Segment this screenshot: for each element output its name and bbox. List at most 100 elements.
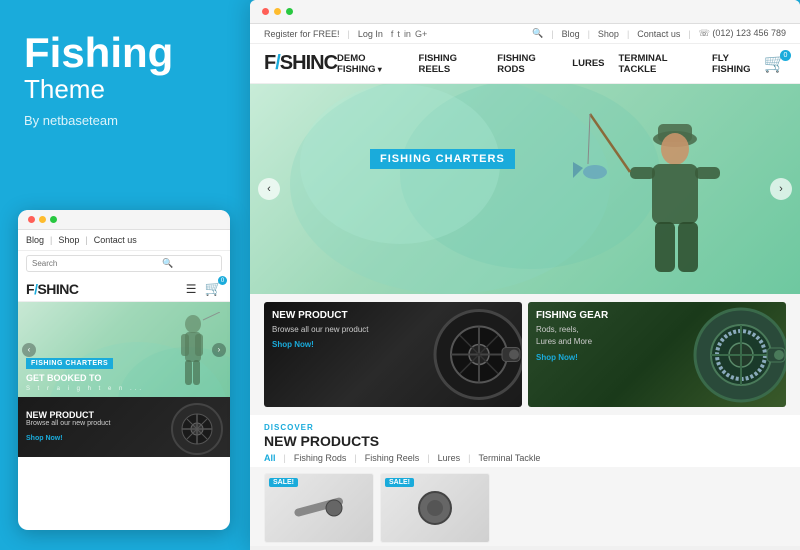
dot-yellow	[39, 216, 46, 223]
product-banners: NEW PRODUCT Browse all our new product S…	[250, 294, 800, 415]
nav-fishing-rods[interactable]: FISHING RODS	[497, 53, 558, 75]
new-product-banner-text: NEW PRODUCT Browse all our new product S…	[272, 310, 369, 349]
product-sale-badge-1: SALE!	[269, 478, 298, 487]
mobile-logo-row: F/SHINC ☰ 🛒 0	[18, 276, 230, 302]
filter-tabs: All | Fishing Rods | Fishing Reels | Lur…	[264, 453, 786, 463]
mobile-cart-icon[interactable]: 🛒 0	[205, 280, 222, 297]
util-contact-link[interactable]: Contact us	[637, 29, 680, 39]
desktop-top-bar	[250, 0, 800, 24]
search-icon-util[interactable]: 🔍	[532, 28, 543, 39]
desktop-dot-red	[262, 8, 269, 15]
fishing-gear-banner-text: FISHING GEAR Rods, reels,Lures and More …	[536, 310, 608, 362]
nav-sep-2: |	[85, 235, 87, 245]
left-panel: Fishing Theme By netbaseteam Blog | Shop…	[0, 0, 248, 550]
twitter-icon[interactable]: t	[397, 29, 400, 39]
mobile-cart-badge: 0	[218, 276, 227, 285]
desktop-fisherman-area	[570, 94, 770, 294]
desktop-dot-green	[286, 8, 293, 15]
product1-img	[289, 488, 349, 528]
new-products-section: DISCOVER NEW PRODUCTS All | Fishing Rods…	[250, 415, 800, 467]
mobile-nav-links: Blog | Shop | Contact us	[18, 230, 230, 251]
desktop-logo: F/SHINC	[264, 52, 337, 75]
nav-demo-fishing[interactable]: DEMO FISHING	[337, 53, 405, 75]
facebook-icon[interactable]: f	[391, 29, 394, 39]
mobile-product-banner-text: NEW PRODUCT Browse all our new product S…	[26, 410, 110, 445]
filter-all[interactable]: All	[264, 453, 276, 463]
discover-label: DISCOVER	[264, 423, 786, 432]
hero-arrow-left-mobile[interactable]: ‹	[22, 343, 36, 357]
product-card-1[interactable]: SALE!	[264, 473, 374, 543]
util-sep: |	[348, 29, 350, 39]
register-link[interactable]: Register for FREE!	[264, 29, 340, 39]
brand-subtitle: Theme	[24, 74, 224, 105]
nav-menu: DEMO FISHING FISHING REELS FISHING RODS …	[337, 53, 764, 75]
dot-green	[50, 216, 57, 223]
author-credit: By netbaseteam	[24, 113, 224, 128]
product-card-2[interactable]: SALE!	[380, 473, 490, 543]
hero-next-button[interactable]: ›	[770, 178, 792, 200]
mobile-hero-sub: GET BOOKED TO	[26, 373, 101, 383]
banner1-sub: Browse all our new product	[272, 324, 369, 335]
filter-terminal-tackle[interactable]: Terminal Tackle	[478, 453, 540, 463]
mobile-search-input[interactable]	[32, 259, 162, 268]
search-icon: 🔍	[162, 258, 173, 269]
banner2-sub: Rods, reels,Lures and More	[536, 324, 608, 348]
util-sep-2: |	[551, 29, 553, 39]
mobile-contact-link[interactable]: Contact us	[94, 235, 137, 245]
social-icons: f t in G+	[391, 29, 427, 39]
mobile-search-bar: 🔍	[26, 255, 222, 272]
phone-number: ☏ (012) 123 456 789	[699, 28, 786, 39]
mobile-shop-link[interactable]: Shop	[58, 235, 79, 245]
nav-terminal-tackle[interactable]: TERMINAL TACKLE	[619, 53, 698, 75]
mobile-banner-sub: Browse all our new product	[26, 420, 110, 427]
utility-bar: Register for FREE! | Log In f t in G+ 🔍 …	[250, 24, 800, 44]
mobile-product-banner: NEW PRODUCT Browse all our new product S…	[18, 397, 230, 457]
banner1-title: NEW PRODUCT	[272, 310, 369, 321]
product-sale-badge-2: SALE!	[385, 478, 414, 487]
desktop-hero-label: FISHING CHARTERS	[370, 149, 515, 169]
nav-sep-1: |	[50, 235, 52, 245]
product2-img	[405, 488, 465, 528]
desktop-hero: FISHING CHARTERS ‹ ›	[250, 84, 800, 294]
nav-fishing-reels[interactable]: FISHING REELS	[419, 53, 484, 75]
filter-fishing-rods[interactable]: Fishing Rods	[294, 453, 347, 463]
hero-prev-button[interactable]: ‹	[258, 178, 280, 200]
hamburger-icon[interactable]: ☰	[186, 282, 197, 296]
util-shop-link[interactable]: Shop	[598, 29, 619, 39]
products-row: SALE! SALE!	[250, 467, 800, 546]
nav-lures[interactable]: LURES	[572, 58, 604, 69]
mobile-hero-label: FISHING CHARTERS	[26, 358, 113, 369]
banner2-title: FISHING GEAR	[536, 310, 608, 321]
mobile-reel-svg	[170, 402, 225, 457]
desktop-cart-badge: 0	[780, 50, 791, 61]
mobile-banner-title: NEW PRODUCT	[26, 410, 110, 420]
banner2-cta[interactable]: Shop Now!	[536, 353, 608, 362]
mobile-banner-cta[interactable]: Shop Now!	[26, 435, 63, 442]
mobile-top-bar	[18, 210, 230, 230]
mobile-fisherman-svg	[165, 312, 220, 397]
brand-title: Fishing	[24, 32, 224, 74]
mobile-hero: FISHING CHARTERS GET BOOKED TO S t r a i…	[18, 302, 230, 397]
desktop-mockup: Register for FREE! | Log In f t in G+ 🔍 …	[250, 0, 800, 550]
desktop-content: Register for FREE! | Log In f t in G+ 🔍 …	[250, 24, 800, 546]
mobile-hero-tagline: S t r a i g h t e n ...	[26, 386, 144, 392]
fishing-gear-banner: FISHING GEAR Rods, reels,Lures and More …	[528, 302, 786, 407]
filter-lures[interactable]: Lures	[438, 453, 461, 463]
mobile-blog-link[interactable]: Blog	[26, 235, 44, 245]
banner1-cta[interactable]: Shop Now!	[272, 340, 369, 349]
banner1-reel-svg	[432, 307, 522, 402]
googleplus-icon[interactable]: G+	[415, 29, 427, 39]
section-title: NEW PRODUCTS	[264, 433, 786, 449]
linkedin-icon[interactable]: in	[404, 29, 411, 39]
util-blog-link[interactable]: Blog	[562, 29, 580, 39]
desktop-cart[interactable]: 🛒 0	[764, 53, 786, 74]
main-nav: F/SHINC DEMO FISHING FISHING REELS FISHI…	[250, 44, 800, 84]
mobile-logo: F/SHINC	[26, 281, 79, 297]
nav-fly-fishing[interactable]: FLY FISHING	[712, 53, 764, 75]
filter-fishing-reels[interactable]: Fishing Reels	[365, 453, 420, 463]
login-link[interactable]: Log In	[358, 29, 383, 39]
dot-red	[28, 216, 35, 223]
utility-bar-right: 🔍 | Blog | Shop | Contact us | ☏ (012) 1…	[532, 28, 786, 39]
new-product-banner: NEW PRODUCT Browse all our new product S…	[264, 302, 522, 407]
utility-bar-left: Register for FREE! | Log In f t in G+	[264, 29, 427, 39]
